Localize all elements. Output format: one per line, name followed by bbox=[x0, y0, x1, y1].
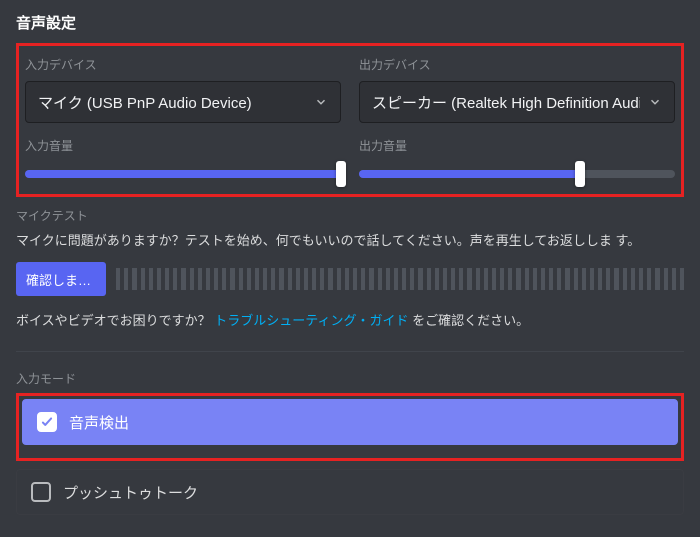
mic-level-meter bbox=[116, 268, 684, 290]
troubleshoot-line: ボイスやビデオでお困りですか？ トラブルシューティング・ガイド をご確認ください… bbox=[16, 310, 684, 329]
output-device-label: 出力デバイス bbox=[359, 56, 675, 73]
output-device-value: スピーカー (Realtek High Definition Audio) bbox=[372, 92, 640, 113]
output-volume-thumb[interactable] bbox=[575, 161, 585, 187]
input-mode-push-to-talk[interactable]: プッシュトゥトーク bbox=[16, 469, 684, 515]
checkbox-unchecked-icon bbox=[31, 482, 51, 502]
chevron-down-icon bbox=[314, 95, 328, 109]
push-to-talk-label: プッシュトゥトーク bbox=[63, 482, 198, 503]
input-mode-highlight-box: 音声検出 bbox=[16, 393, 684, 461]
input-device-select[interactable]: マイク (USB PnP Audio Device) bbox=[25, 81, 341, 123]
output-volume-label: 出力音量 bbox=[359, 137, 675, 154]
chevron-down-icon bbox=[648, 95, 662, 109]
input-volume-slider[interactable] bbox=[25, 162, 341, 186]
input-mode-label: 入力モード bbox=[16, 370, 684, 387]
section-title: 音声設定 bbox=[16, 12, 684, 33]
mic-test-label: マイクテスト bbox=[16, 207, 684, 224]
output-volume-slider[interactable] bbox=[359, 162, 675, 186]
output-device-select[interactable]: スピーカー (Realtek High Definition Audio) bbox=[359, 81, 675, 123]
troubleshoot-suffix: をご確認ください。 bbox=[412, 313, 529, 328]
mic-test-help: マイクに問題がありますか？テストを始め、何でもいいので話してください。声を再生し… bbox=[16, 230, 684, 252]
voice-activity-label: 音声検出 bbox=[69, 412, 129, 433]
mic-test-button[interactable]: 確認しまし... bbox=[16, 262, 106, 296]
divider bbox=[16, 351, 684, 352]
troubleshoot-prefix: ボイスやビデオでお困りですか？ bbox=[16, 313, 211, 328]
checkbox-checked-icon bbox=[37, 412, 57, 432]
input-mode-voice-activity[interactable]: 音声検出 bbox=[22, 399, 678, 445]
input-volume-label: 入力音量 bbox=[25, 137, 341, 154]
input-device-value: マイク (USB PnP Audio Device) bbox=[38, 92, 252, 113]
devices-highlight-box: 入力デバイス マイク (USB PnP Audio Device) 出力デバイス… bbox=[16, 43, 684, 197]
troubleshoot-link[interactable]: トラブルシューティング・ガイド bbox=[214, 313, 408, 328]
input-device-label: 入力デバイス bbox=[25, 56, 341, 73]
input-volume-thumb[interactable] bbox=[336, 161, 346, 187]
